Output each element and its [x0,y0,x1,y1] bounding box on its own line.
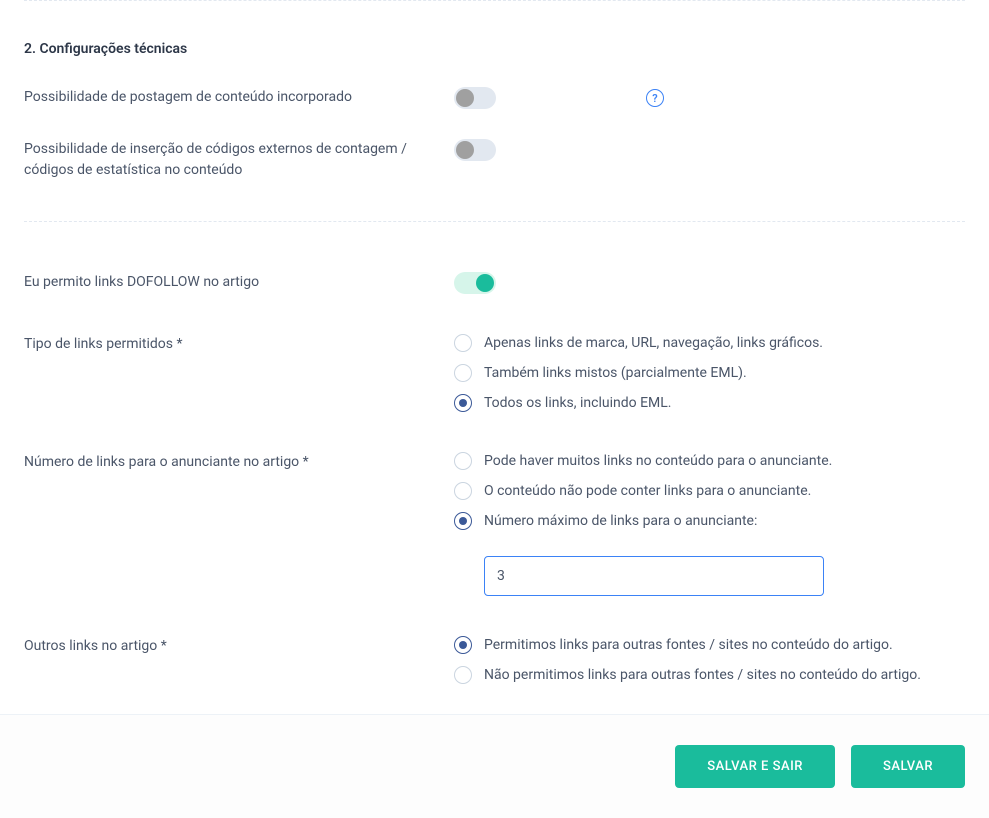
radio-other-links-1[interactable]: Não permitimos links para outras fontes … [454,666,921,684]
radio-icon [454,636,472,654]
save-exit-button[interactable]: SALVAR E SAIR [675,745,835,788]
field-label: Possibilidade de postagem de conteúdo in… [24,87,454,108]
divider [24,0,965,1]
field-link-types: Tipo de links permitidos * Apenas links … [24,334,965,412]
toggle-knob [476,274,494,292]
radio-advertiser-links-0[interactable]: Pode haver muitos links no conteúdo para… [454,452,832,470]
radio-group-advertiser-links: Pode haver muitos links no conteúdo para… [454,452,832,596]
radio-icon [454,452,472,470]
field-embedded-content: Possibilidade de postagem de conteúdo in… [24,87,965,109]
divider [24,221,965,222]
field-label: Eu permito links DOFOLLOW no artigo [24,272,454,293]
radio-advertiser-links-1[interactable]: O conteúdo não pode conter links para o … [454,482,832,500]
radio-icon [454,666,472,684]
field-label: Tipo de links permitidos * [24,334,454,355]
radio-advertiser-links-2[interactable]: Número máximo de links para o anunciante… [454,512,832,530]
max-links-input[interactable] [484,556,824,596]
toggle-knob [456,141,474,159]
field-dofollow: Eu permito links DOFOLLOW no artigo [24,272,965,294]
field-external-codes: Possibilidade de inserção de códigos ext… [24,139,965,181]
toggle-knob [456,89,474,107]
radio-icon [454,334,472,352]
field-label: Outros links no artigo * [24,636,454,657]
save-button[interactable]: SALVAR [851,745,965,788]
radio-label: Não permitimos links para outras fontes … [484,667,921,683]
section-title: 2. Configurações técnicas [24,41,965,57]
footer: SALVAR E SAIR SALVAR [0,714,989,818]
toggle-embedded-content[interactable] [454,87,496,109]
radio-icon [454,394,472,412]
help-icon[interactable]: ? [646,89,664,107]
toggle-dofollow[interactable] [454,272,496,294]
radio-label: Também links mistos (parcialmente EML). [484,365,747,381]
radio-group-link-types: Apenas links de marca, URL, navegação, l… [454,334,823,412]
radio-other-links-0[interactable]: Permitimos links para outras fontes / si… [454,636,921,654]
radio-label: Permitimos links para outras fontes / si… [484,637,893,653]
field-label: Número de links para o anunciante no art… [24,452,454,473]
field-advertiser-links: Número de links para o anunciante no art… [24,452,965,596]
radio-icon [454,482,472,500]
radio-icon [454,364,472,382]
radio-link-types-1[interactable]: Também links mistos (parcialmente EML). [454,364,823,382]
radio-group-other-links: Permitimos links para outras fontes / si… [454,636,921,684]
radio-icon [454,512,472,530]
field-label: Possibilidade de inserção de códigos ext… [24,139,454,181]
radio-label: Pode haver muitos links no conteúdo para… [484,453,832,469]
radio-link-types-0[interactable]: Apenas links de marca, URL, navegação, l… [454,334,823,352]
radio-label: O conteúdo não pode conter links para o … [484,483,811,499]
radio-label: Apenas links de marca, URL, navegação, l… [484,335,823,351]
radio-label: Número máximo de links para o anunciante… [484,513,757,529]
radio-link-types-2[interactable]: Todos os links, incluindo EML. [454,394,823,412]
toggle-external-codes[interactable] [454,139,496,161]
radio-label: Todos os links, incluindo EML. [484,395,672,411]
field-other-links: Outros links no artigo * Permitimos link… [24,636,965,684]
